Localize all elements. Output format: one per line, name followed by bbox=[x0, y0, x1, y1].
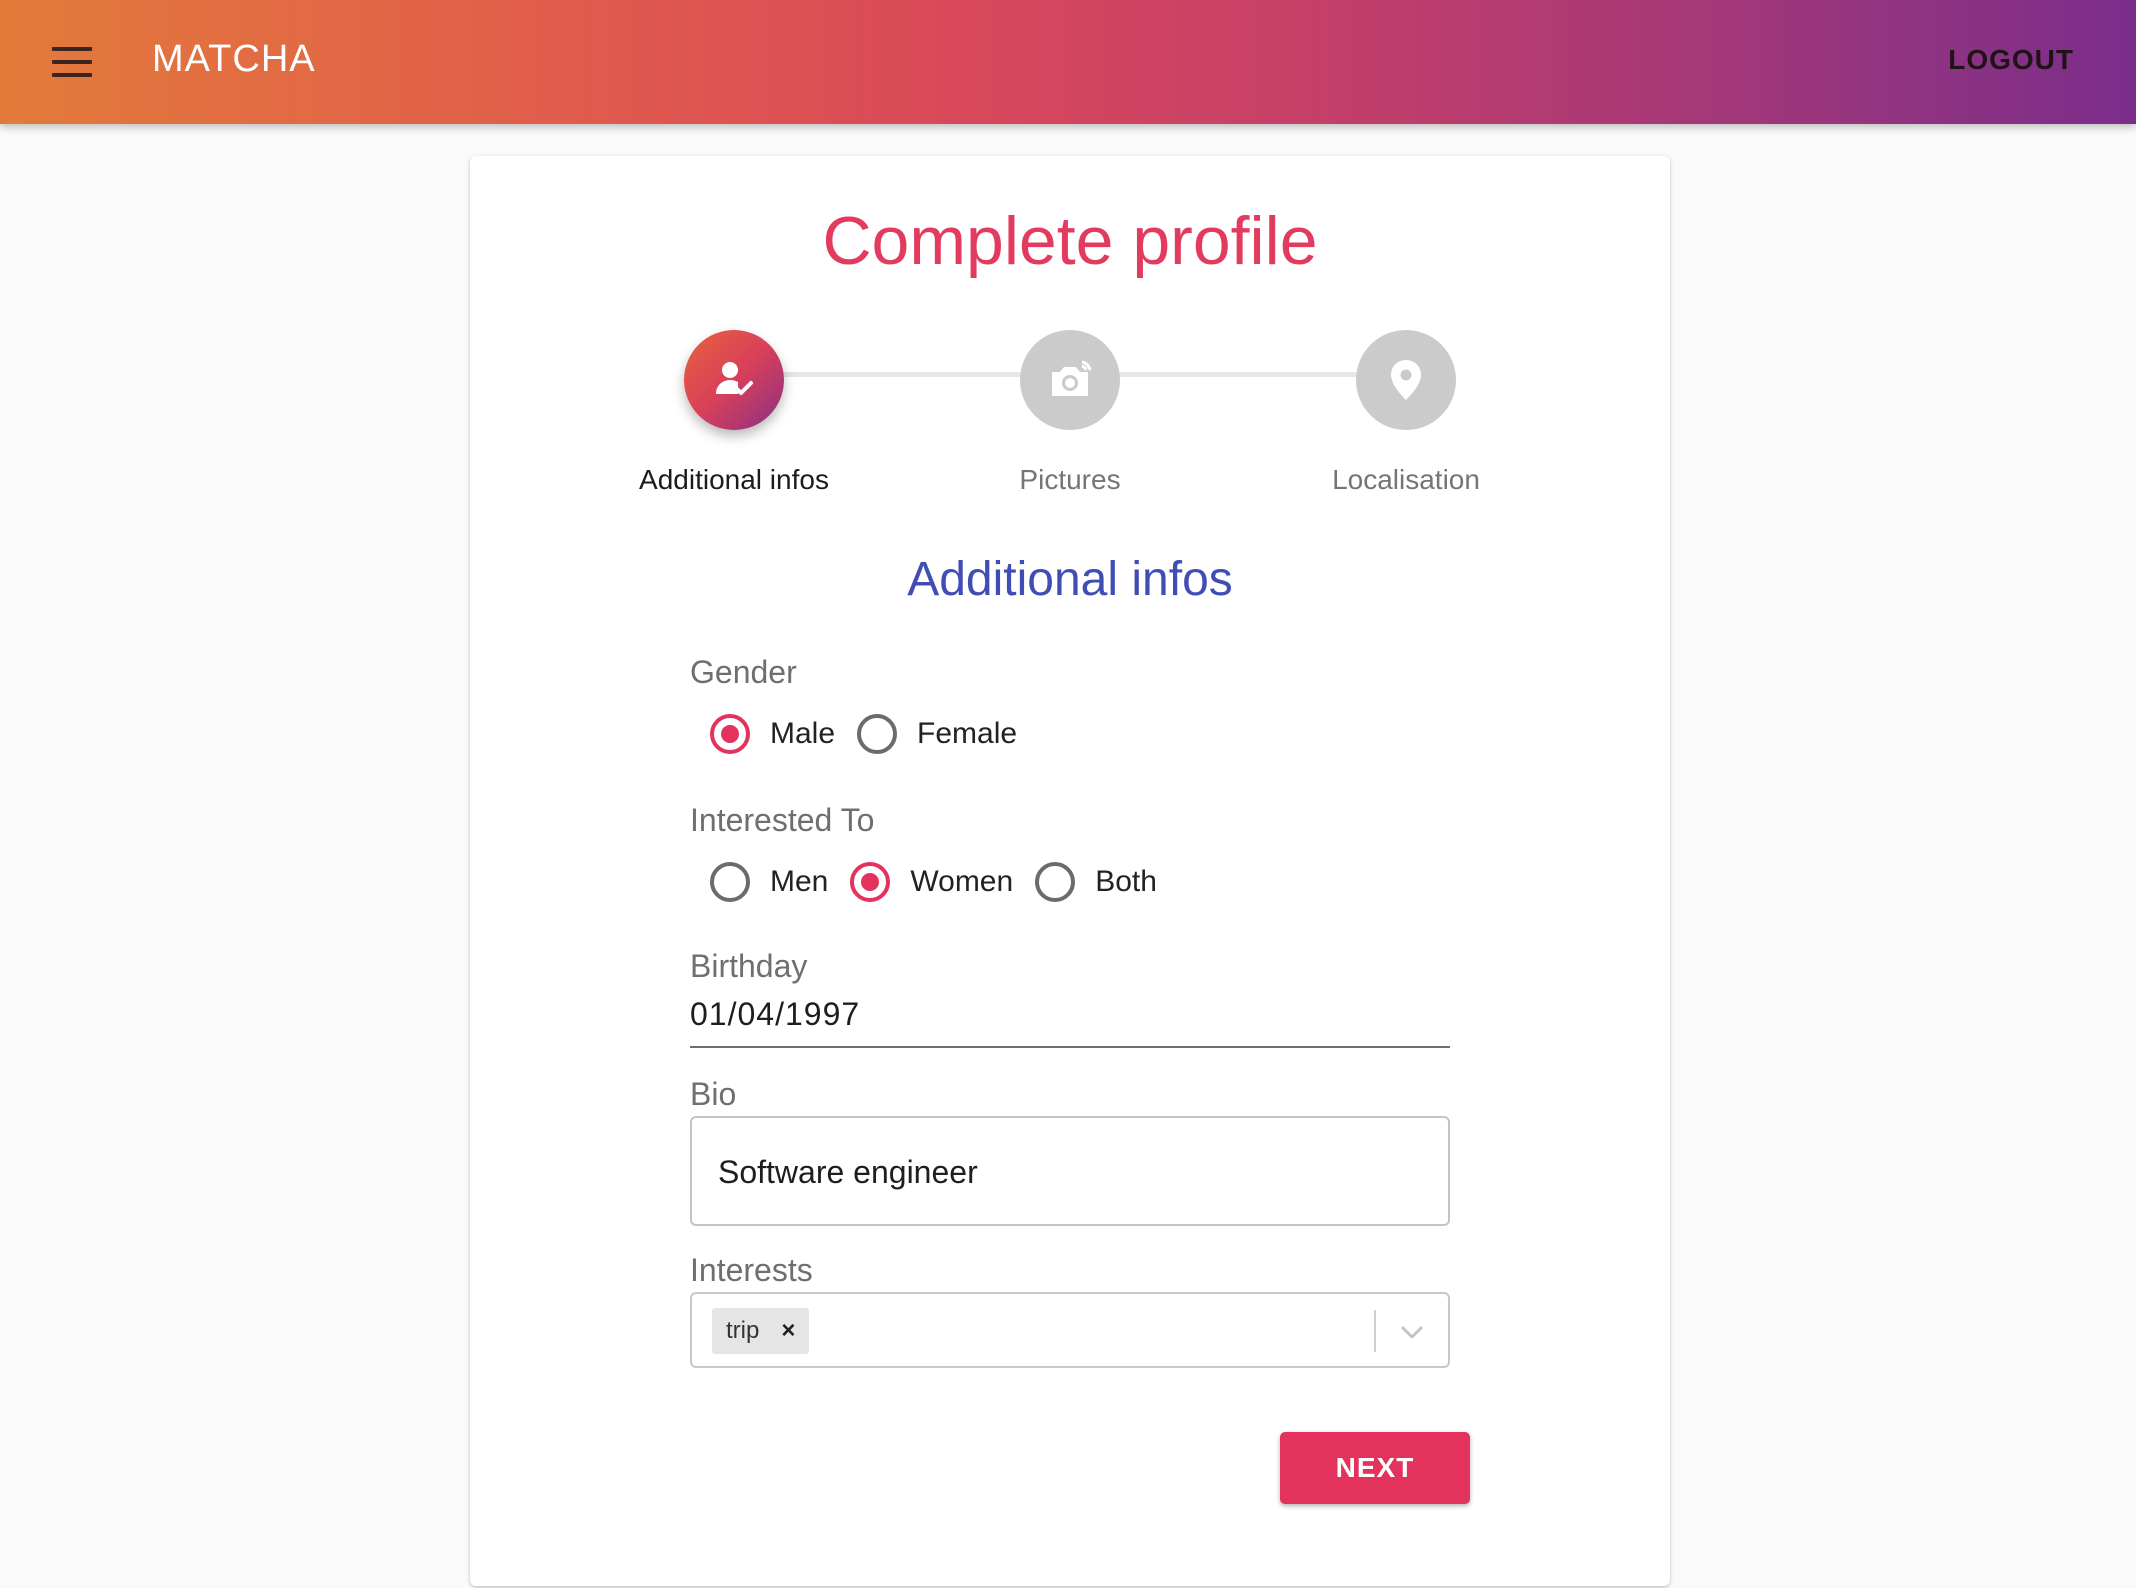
interested-option-both[interactable]: Both bbox=[1035, 862, 1157, 902]
person-check-icon bbox=[716, 362, 753, 395]
birthday-label: Birthday bbox=[690, 948, 808, 984]
location-pin-icon bbox=[1391, 360, 1421, 400]
interests-select[interactable]: trip × bbox=[690, 1292, 1450, 1368]
radio-male[interactable] bbox=[710, 714, 750, 754]
app-bar: MATCHA LOGOUT bbox=[0, 0, 2136, 124]
interested-to-label: Interested To bbox=[690, 802, 875, 838]
birthday-input[interactable]: 01/04/1997 bbox=[690, 996, 1450, 1048]
section-title: Additional infos bbox=[907, 553, 1233, 606]
gender-radio-group: Male Female bbox=[710, 714, 1039, 754]
interested-option-women[interactable]: Women bbox=[850, 862, 1013, 902]
bio-label: Bio bbox=[690, 1076, 737, 1112]
radio-female[interactable] bbox=[857, 714, 898, 754]
interested-to-radio-group: Men Women Both bbox=[710, 862, 1179, 902]
radio-women[interactable] bbox=[850, 862, 891, 902]
step-label-localisation: Localisation bbox=[1332, 464, 1480, 495]
step-localisation[interactable] bbox=[1356, 330, 1456, 430]
radio-label: Women bbox=[910, 865, 1014, 898]
chevron-down-icon[interactable] bbox=[1396, 1316, 1428, 1348]
step-label-pictures: Pictures bbox=[1019, 464, 1121, 495]
step-pictures[interactable] bbox=[1020, 330, 1120, 430]
chip-remove-icon[interactable]: × bbox=[781, 1317, 795, 1345]
radio-both[interactable] bbox=[1035, 862, 1076, 902]
radio-label: Men bbox=[770, 865, 829, 898]
page-title: Complete profile bbox=[822, 203, 1318, 279]
interests-label: Interests bbox=[690, 1252, 813, 1288]
gender-label: Gender bbox=[690, 654, 797, 690]
interest-chip-label: trip bbox=[726, 1317, 760, 1344]
hamburger-menu-icon[interactable] bbox=[50, 44, 94, 80]
logout-button[interactable]: LOGOUT bbox=[1948, 44, 2074, 76]
step-label-additional-infos: Additional infos bbox=[639, 464, 829, 495]
radio-label: Male bbox=[770, 717, 836, 750]
radio-label: Female bbox=[917, 717, 1018, 750]
radio-men[interactable] bbox=[710, 862, 750, 902]
gender-option-female[interactable]: Female bbox=[857, 714, 1017, 754]
app-brand: MATCHA bbox=[152, 38, 316, 80]
next-button[interactable]: NEXT bbox=[1280, 1432, 1470, 1504]
gender-option-male[interactable]: Male bbox=[710, 714, 835, 754]
interested-option-men[interactable]: Men bbox=[710, 862, 828, 902]
interest-chip: trip × bbox=[712, 1308, 810, 1354]
radio-label: Both bbox=[1095, 865, 1157, 898]
select-separator bbox=[1374, 1310, 1376, 1352]
step-additional-infos[interactable] bbox=[684, 330, 784, 430]
profile-card: Complete profile Additional infos Pictur… bbox=[470, 156, 1670, 1586]
bio-input[interactable]: Software engineer bbox=[690, 1116, 1450, 1226]
camera-icon bbox=[1052, 360, 1092, 396]
